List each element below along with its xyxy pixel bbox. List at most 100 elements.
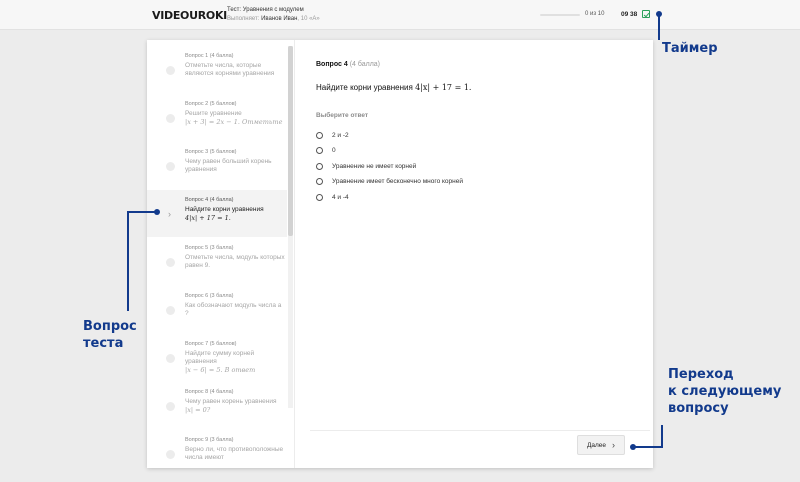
next-annotation-line2: к следующему <box>668 384 782 399</box>
question-item-label: Верно ли, что противоположные числа имею… <box>185 446 284 461</box>
question-item-label: Отметьте числа, модуль которых равен 9. <box>185 254 285 269</box>
status-dot-icon <box>166 114 175 123</box>
question-item-math: |x − 6| = 5. В ответ <box>185 366 256 374</box>
status-dot-icon <box>166 66 175 75</box>
next-annotation-dot <box>630 444 636 450</box>
top-bar: VIDEOUROKI Тест: Уравнения с модулем Вып… <box>0 0 800 30</box>
timer-check-icon <box>642 10 650 18</box>
answer-option-label: 4 и -4 <box>332 193 349 201</box>
status-dot-icon <box>166 306 175 315</box>
question-list-item[interactable]: Вопрос 9 (3 балла) Верно ли, что противоп… <box>147 430 287 468</box>
question-item-label: Найдите сумму корней уравнения <box>185 350 255 365</box>
question-annotation-label: Вопрос теста <box>83 318 137 352</box>
question-list-item[interactable]: › Вопрос 4 (4 балла) Найдите корни уравнен… <box>147 190 287 237</box>
question-item-header: Вопрос 6 (3 балла) <box>185 293 234 299</box>
question-item-header: Вопрос 1 (4 балла) <box>185 53 234 59</box>
question-item-header: Вопрос 9 (3 балла) <box>185 437 234 443</box>
timer: 09 38 <box>621 11 638 18</box>
progress-bar <box>540 14 580 16</box>
question-text: Найдите корни уравнения 4|x| + 17 = 1. <box>316 83 471 92</box>
question-header: Вопрос 4 (4 балла) <box>316 61 380 68</box>
next-annotation-line1: Переход <box>668 367 734 382</box>
performer-label: Выполняет: <box>227 16 260 22</box>
question-item-label: Решите уравнение <box>185 110 242 117</box>
question-item-header: Вопрос 7 (5 баллов) <box>185 341 237 347</box>
question-annotation-line-v <box>127 211 129 311</box>
question-list: Вопрос 1 (4 балла) Отметьте числа, которы… <box>147 40 295 468</box>
test-info: Тест: Уравнения с модулем Выполняет: Ива… <box>227 6 320 24</box>
radio-button[interactable] <box>316 178 323 185</box>
question-text-label: Найдите корни уравнения <box>316 83 413 92</box>
answer-option[interactable]: 4 и -4 <box>316 191 349 203</box>
question-panel: Вопрос 4 (4 балла) Найдите корни уравнен… <box>305 40 653 468</box>
question-item-label: Найдите корни уравнения <box>185 206 264 213</box>
question-list-item[interactable]: Вопрос 5 (3 балла) Отметьте числа, модуль… <box>147 238 287 285</box>
question-list-item[interactable]: Вопрос 3 (5 баллов) Чему равен больший ко… <box>147 142 287 189</box>
question-item-header: Вопрос 4 (4 балла) <box>185 197 234 203</box>
question-item-label: Чему равен корень уравнения <box>185 398 277 405</box>
logo[interactable]: VIDEOUROKI <box>152 9 227 22</box>
chevron-right-icon: › <box>612 440 616 450</box>
question-points: (4 балла) <box>349 61 381 68</box>
question-item-label: Отметьте числа, которые являются корнями… <box>185 62 275 77</box>
question-list-item[interactable]: Вопрос 2 (5 баллов) Решите уравнение |x + … <box>147 94 287 141</box>
question-item-text: Отметьте числа, которые являются корнями… <box>185 62 285 78</box>
timer-annotation-line <box>658 14 660 40</box>
question-list-item[interactable]: Вопрос 8 (4 балла) Чему равен корень урав… <box>147 382 287 429</box>
answer-option-label: Уравнение не имеет корней <box>332 162 417 170</box>
test-card: Вопрос 1 (4 балла) Отметьте числа, которы… <box>147 40 653 468</box>
next-annotation-line3: вопросу <box>668 401 729 416</box>
question-item-header: Вопрос 5 (3 балла) <box>185 245 234 251</box>
question-item-text: Как обозначают модуль числа a ? <box>185 302 285 318</box>
status-dot-icon <box>166 402 175 411</box>
answer-option-label: 2 и -2 <box>332 131 349 139</box>
question-item-header: Вопрос 8 (4 балла) <box>185 389 234 395</box>
question-label: Вопрос 4 <box>316 61 348 68</box>
radio-button[interactable] <box>316 131 323 139</box>
answer-option[interactable]: Уравнение не имеет корней <box>316 160 416 172</box>
next-button[interactable]: Далее › <box>577 435 625 455</box>
question-item-math: 4|x| + 17 = 1. <box>185 214 231 222</box>
status-dot-icon <box>166 354 175 363</box>
performer-name: Иванов Иван <box>261 16 298 22</box>
footer-divider <box>310 430 650 431</box>
question-item-label: Как обозначают модуль числа a ? <box>185 302 282 317</box>
question-annotation-line2: теста <box>83 336 124 351</box>
answer-option-label: Уравнение имеет бесконечно много корней <box>332 178 463 185</box>
performer-class: , 10 «А» <box>297 16 320 22</box>
answer-option[interactable]: Уравнение имеет бесконечно много корней <box>316 176 463 188</box>
question-item-text: Найдите сумму корней уравнения |x − 6| = … <box>185 350 285 375</box>
question-annotation-dot <box>154 209 160 215</box>
logo-text: VIDEOUROKI <box>152 9 227 22</box>
next-button-label: Далее <box>586 441 607 449</box>
answer-option-label: 0 <box>332 147 336 154</box>
scrollbar-thumb[interactable] <box>288 46 293 236</box>
question-equation: 4|x| + 17 = 1. <box>415 83 472 92</box>
question-item-math: |x| = 0? <box>185 406 211 414</box>
performer-line: Выполняет: Иванов Иван, 10 «А» <box>227 15 320 24</box>
question-item-header: Вопрос 2 (5 баллов) <box>185 101 237 107</box>
question-item-text: Верно ли, что противоположные числа имею… <box>185 446 285 462</box>
status-dot-icon <box>166 162 175 171</box>
status-dot-icon <box>166 450 175 459</box>
question-item-math: |x + 3| = 2x − 1. Отметьте <box>185 118 283 126</box>
radio-button[interactable] <box>316 193 323 201</box>
question-annotation-line1: Вопрос <box>83 319 137 334</box>
question-list-item[interactable]: Вопрос 6 (3 балла) Как обозначают модуль … <box>147 286 287 333</box>
choose-answer-label: Выберите ответ <box>316 112 369 119</box>
test-title: Тест: Уравнения с модулем <box>227 7 304 13</box>
question-item-text: Чему равен корень уравнения |x| = 0? <box>185 398 285 415</box>
radio-button[interactable] <box>316 147 323 154</box>
question-item-text: Найдите корни уравнения 4|x| + 17 = 1. <box>185 206 285 223</box>
question-list-item[interactable]: Вопрос 7 (5 баллов) Найдите сумму корней … <box>147 334 287 381</box>
question-list-item[interactable]: Вопрос 1 (4 балла) Отметьте числа, которы… <box>147 46 287 93</box>
timer-annotation-label: Таймер <box>662 41 718 56</box>
next-annotation-line-v <box>661 425 663 448</box>
radio-button[interactable] <box>316 162 323 170</box>
answer-option[interactable]: 2 и -2 <box>316 129 349 141</box>
answer-option[interactable]: 0 <box>316 145 336 157</box>
progress-text: 0 из 10 <box>585 11 605 17</box>
question-item-text: Чему равен больший корень уравнения <box>185 158 285 174</box>
question-item-text: Отметьте числа, модуль которых равен 9. <box>185 254 285 270</box>
question-item-header: Вопрос 3 (5 баллов) <box>185 149 237 155</box>
